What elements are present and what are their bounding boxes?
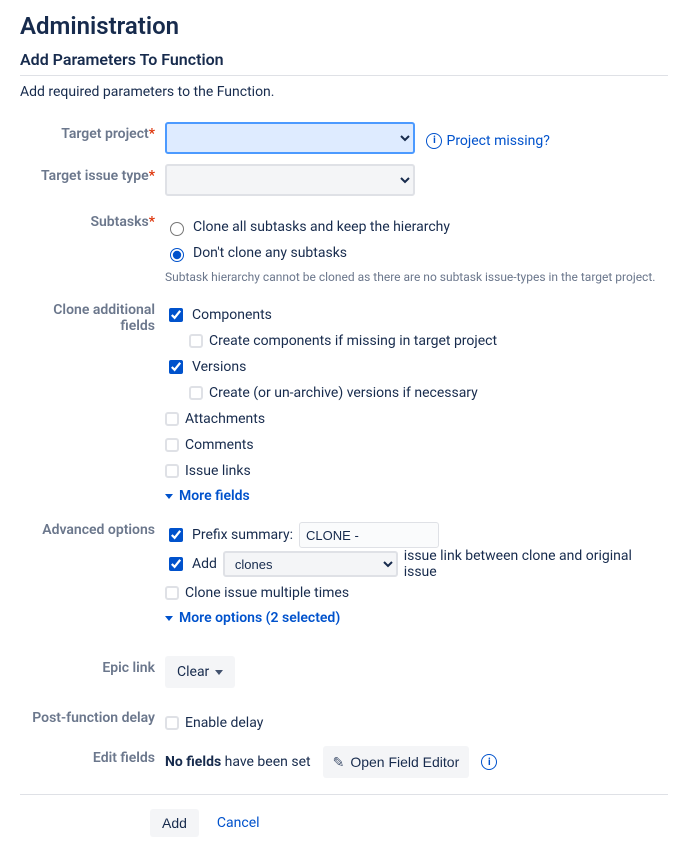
check-versions[interactable]: Versions — [165, 354, 668, 380]
label-epic-link: Epic link — [20, 654, 165, 676]
more-fields-toggle[interactable]: More fields — [165, 488, 250, 504]
page-title: Administration — [20, 12, 668, 40]
label-target-project: Target project* — [20, 120, 165, 142]
check-issue-links[interactable]: Issue links — [165, 458, 668, 484]
label-advanced-options: Advanced options — [20, 520, 165, 538]
section-title: Add Parameters To Function — [20, 50, 668, 76]
label-subtasks: Subtasks* — [20, 212, 165, 230]
radio-dont-clone-subtasks[interactable]: Don't clone any subtasks — [165, 240, 668, 266]
checkbox-icon[interactable] — [189, 334, 203, 348]
radio-clone-all-subtasks[interactable]: Clone all subtasks and keep the hierarch… — [165, 214, 668, 240]
more-options-toggle[interactable]: More options (2 selected) — [165, 610, 340, 626]
checkbox-icon[interactable] — [165, 464, 179, 478]
label-target-issue-type: Target issue type* — [20, 162, 165, 184]
checkbox-icon[interactable] — [165, 438, 179, 452]
target-project-select[interactable] — [165, 122, 415, 154]
prefix-summary-input[interactable] — [299, 522, 439, 548]
checkbox-icon[interactable] — [189, 386, 203, 400]
target-issue-type-select[interactable] — [165, 164, 415, 196]
check-add-link: Add clones issue link between clone and … — [165, 548, 668, 580]
chevron-down-icon — [165, 616, 173, 621]
prefix-summary-checkbox[interactable] — [169, 528, 183, 542]
project-missing-link[interactable]: i Project missing? — [426, 133, 549, 149]
epic-link-select[interactable]: Clear — [165, 656, 235, 688]
page-description: Add required parameters to the Function. — [20, 84, 668, 100]
label-post-function-delay: Post-function delay — [20, 708, 165, 726]
chevron-down-icon — [165, 494, 173, 499]
check-enable-delay[interactable]: Enable delay — [165, 710, 668, 736]
open-field-editor-button[interactable]: ✎ Open Field Editor — [323, 746, 470, 778]
check-attachments[interactable]: Attachments — [165, 406, 668, 432]
checkbox-icon[interactable] — [165, 716, 179, 730]
subtasks-hint: Subtask hierarchy cannot be cloned as th… — [165, 270, 668, 284]
add-button[interactable]: Add — [150, 809, 199, 837]
checkbox-icon[interactable] — [165, 586, 179, 600]
check-comments[interactable]: Comments — [165, 432, 668, 458]
check-clone-multiple[interactable]: Clone issue multiple times — [165, 580, 668, 606]
info-icon[interactable]: i — [481, 754, 497, 770]
label-clone-additional-fields: Clone additional fields — [20, 300, 165, 334]
link-type-select[interactable]: clones — [223, 551, 398, 577]
label-edit-fields: Edit fields — [20, 744, 165, 766]
chevron-down-icon — [215, 670, 223, 675]
check-create-components[interactable]: Create components if missing in target p… — [189, 328, 668, 354]
checkbox-icon[interactable] — [165, 412, 179, 426]
pencil-icon: ✎ — [333, 754, 345, 771]
add-link-checkbox[interactable] — [169, 557, 183, 571]
cancel-link[interactable]: Cancel — [217, 815, 260, 831]
info-icon: i — [426, 133, 442, 149]
check-components[interactable]: Components — [165, 302, 668, 328]
check-create-versions[interactable]: Create (or un-archive) versions if neces… — [189, 380, 668, 406]
edit-fields-status: No fields have been set — [165, 754, 311, 770]
check-prefix-summary: Prefix summary: — [165, 522, 668, 548]
